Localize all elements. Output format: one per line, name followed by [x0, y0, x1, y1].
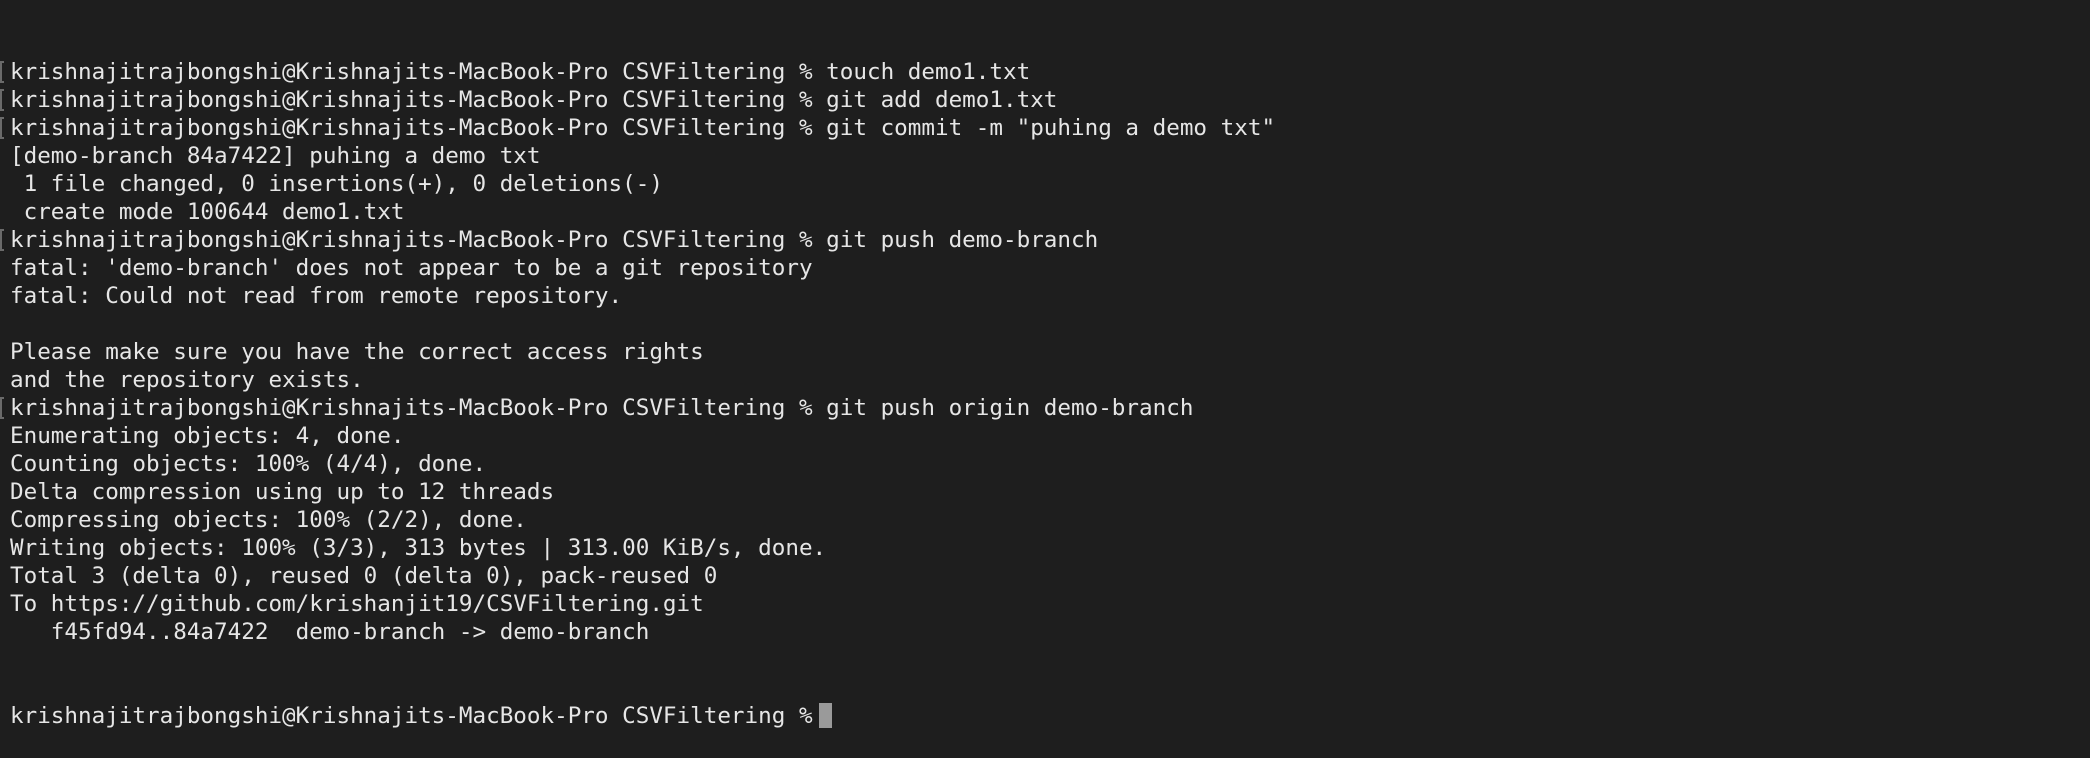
output-line: Writing objects: 100% (3/3), 313 bytes |… [0, 534, 2090, 562]
output-line: Total 3 (delta 0), reused 0 (delta 0), p… [0, 562, 2090, 590]
line-text: krishnajitrajbongshi@Krishnajits-MacBook… [10, 227, 1099, 253]
line-text: fatal: 'demo-branch' does not appear to … [10, 255, 813, 281]
line-text: create mode 100644 demo1.txt [10, 199, 405, 225]
line-text: To https://github.com/krishanjit19/CSVFi… [10, 591, 704, 617]
line-text: Writing objects: 100% (3/3), 313 bytes |… [10, 535, 827, 561]
command-line: krishnajitrajbongshi@Krishnajits-MacBook… [0, 58, 2090, 86]
line-text: Please make sure you have the correct ac… [10, 339, 704, 365]
line-text: Total 3 (delta 0), reused 0 (delta 0), p… [10, 563, 718, 589]
output-line: Compressing objects: 100% (2/2), done. [0, 506, 2090, 534]
output-line: [demo-branch 84a7422] puhing a demo txt [0, 142, 2090, 170]
terminal-output[interactable]: krishnajitrajbongshi@Krishnajits-MacBook… [0, 2, 2090, 758]
output-line: To https://github.com/krishanjit19/CSVFi… [0, 590, 2090, 618]
output-line: fatal: Could not read from remote reposi… [0, 282, 2090, 310]
command-mark-icon [0, 397, 4, 419]
line-text: krishnajitrajbongshi@Krishnajits-MacBook… [10, 87, 1058, 113]
line-text: krishnajitrajbongshi@Krishnajits-MacBook… [10, 115, 1276, 141]
command-mark-icon [0, 89, 4, 111]
command-line: krishnajitrajbongshi@Krishnajits-MacBook… [0, 226, 2090, 254]
output-line: Counting objects: 100% (4/4), done. [0, 450, 2090, 478]
command-mark-icon [0, 117, 4, 139]
command-mark-icon [0, 229, 4, 251]
command-line: krishnajitrajbongshi@Krishnajits-MacBook… [0, 86, 2090, 114]
output-line: fatal: 'demo-branch' does not appear to … [0, 254, 2090, 282]
command-line: krishnajitrajbongshi@Krishnajits-MacBook… [0, 394, 2090, 422]
output-line: Please make sure you have the correct ac… [0, 338, 2090, 366]
output-line: create mode 100644 demo1.txt [0, 198, 2090, 226]
line-text: Counting objects: 100% (4/4), done. [10, 451, 487, 477]
output-line: 1 file changed, 0 insertions(+), 0 delet… [0, 170, 2090, 198]
output-line: f45fd94..84a7422 demo-branch -> demo-bra… [0, 618, 2090, 646]
line-text: Delta compression using up to 12 threads [10, 479, 555, 505]
line-text: [demo-branch 84a7422] puhing a demo txt [10, 143, 541, 169]
command-line: krishnajitrajbongshi@Krishnajits-MacBook… [0, 114, 2090, 142]
output-line: Delta compression using up to 12 threads [0, 478, 2090, 506]
line-text: krishnajitrajbongshi@Krishnajits-MacBook… [10, 395, 1194, 421]
output-line: and the repository exists. [0, 366, 2090, 394]
output-line: Enumerating objects: 4, done. [0, 422, 2090, 450]
line-text: f45fd94..84a7422 demo-branch -> demo-bra… [10, 619, 650, 645]
current-prompt: krishnajitrajbongshi@Krishnajits-MacBook… [10, 703, 813, 729]
line-text: krishnajitrajbongshi@Krishnajits-MacBook… [10, 59, 1031, 85]
line-text: Enumerating objects: 4, done. [10, 423, 405, 449]
line-text: fatal: Could not read from remote reposi… [10, 283, 623, 309]
line-text: and the repository exists. [10, 367, 364, 393]
line-text: Compressing objects: 100% (2/2), done. [10, 507, 527, 533]
command-mark-icon [0, 61, 4, 83]
terminal-history: krishnajitrajbongshi@Krishnajits-MacBook… [0, 58, 2090, 646]
text-cursor [818, 703, 832, 728]
line-text: 1 file changed, 0 insertions(+), 0 delet… [10, 171, 663, 197]
current-prompt-line[interactable]: krishnajitrajbongshi@Krishnajits-MacBook… [0, 702, 2090, 730]
